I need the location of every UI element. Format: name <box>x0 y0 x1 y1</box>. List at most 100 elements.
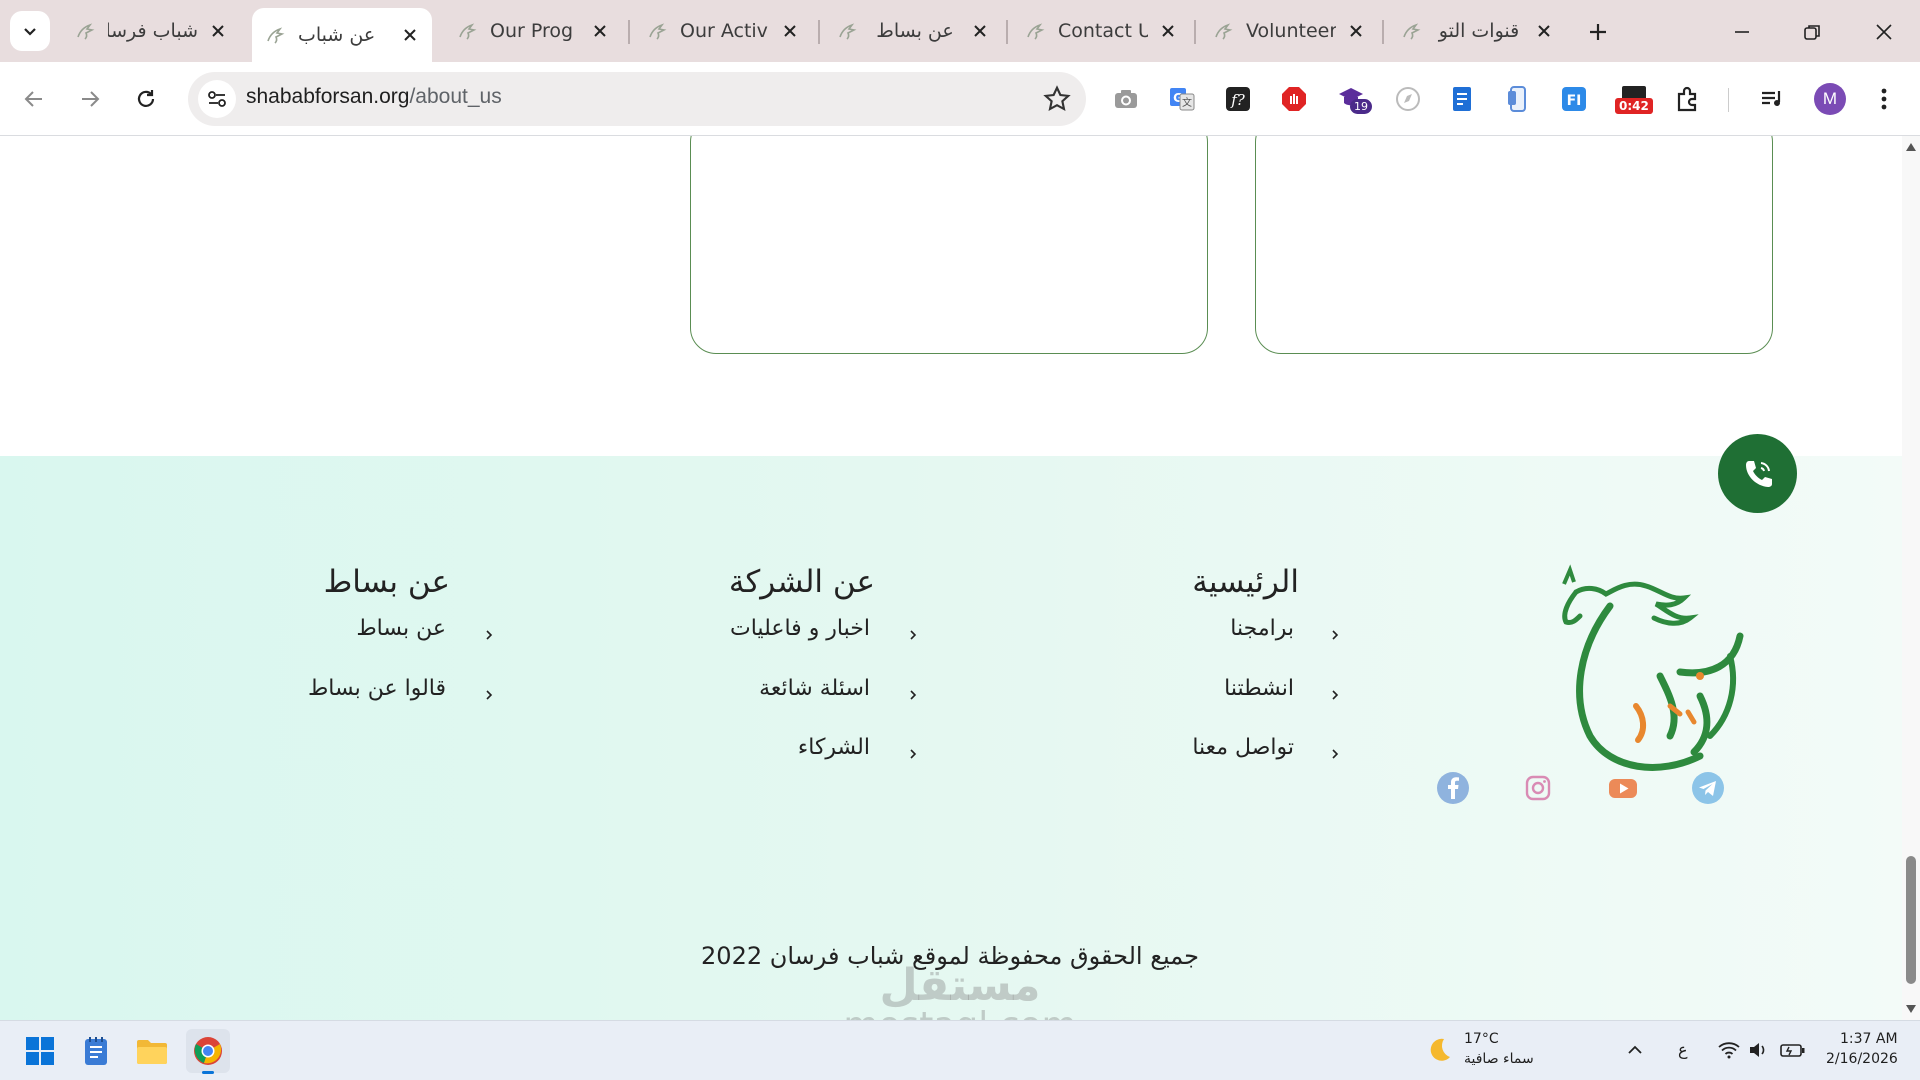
graduation-extension[interactable]: 19 <box>1334 81 1372 117</box>
tab-title: Volunteer <box>1246 20 1336 42</box>
footer-link-faq[interactable]: اسئلة شائعة <box>759 676 870 701</box>
forward-button[interactable] <box>70 79 110 119</box>
telegram-icon[interactable] <box>1691 771 1725 805</box>
font-finder-extension[interactable]: f? <box>1220 81 1256 117</box>
footer-col-title-besat: عن بساط <box>323 564 450 600</box>
input-language[interactable]: ع <box>1678 1040 1688 1059</box>
watermark-arabic: مستقل <box>879 960 1041 1011</box>
close-icon[interactable] <box>970 21 990 41</box>
translate-extension[interactable]: G文 <box>1164 81 1200 117</box>
page-viewport: الرئيسية برامجنا انشطتنا تواصل معنا عن ا… <box>0 136 1902 1020</box>
facebook-icon[interactable] <box>1436 771 1470 805</box>
tab-1[interactable]: شباب فرسا <box>62 8 240 54</box>
tab-3[interactable]: Our Prog <box>444 8 622 54</box>
content-card <box>1255 136 1773 354</box>
horse-favicon-icon <box>1027 23 1045 40</box>
reader-extension[interactable] <box>1444 81 1480 117</box>
kebab-menu-icon <box>1881 88 1887 110</box>
tab-title: Our Prog <box>490 20 574 42</box>
font-question-icon: f? <box>1226 87 1250 111</box>
chevron-right-icon <box>910 749 917 759</box>
footer-link-programs[interactable]: برامجنا <box>1230 616 1294 641</box>
tab-search-button[interactable] <box>10 11 50 51</box>
address-bar[interactable]: shababforsan.org/about_us <box>188 72 1086 126</box>
start-button[interactable] <box>20 1031 60 1071</box>
tab-title: قنوات التو <box>1438 20 1520 42</box>
close-icon[interactable] <box>1534 21 1554 41</box>
url-text[interactable]: shababforsan.org/about_us <box>246 85 502 109</box>
camera-icon <box>1115 90 1137 108</box>
horse-favicon-icon <box>649 23 667 40</box>
clock-time[interactable]: 1:37 AM <box>1840 1031 1898 1047</box>
close-icon[interactable] <box>400 25 420 45</box>
tab-8[interactable]: قنوات التو <box>1388 8 1566 54</box>
restore-button[interactable] <box>1792 12 1832 52</box>
mobile-view-extension[interactable] <box>1500 81 1536 117</box>
vertical-scrollbar[interactable] <box>1902 136 1920 1020</box>
footer-link-news[interactable]: اخبار و فاعليات <box>730 616 870 641</box>
footer-link-about-besat[interactable]: عن بساط <box>356 616 446 641</box>
battery-icon[interactable] <box>1780 1041 1806 1059</box>
close-icon[interactable] <box>208 21 228 41</box>
profile-button[interactable]: M <box>1812 81 1848 117</box>
content-card <box>690 136 1208 354</box>
plus-icon <box>1590 24 1606 40</box>
footer-link-contact[interactable]: تواصل معنا <box>1192 735 1294 760</box>
windows-taskbar: 17°C سماء صافية ع 1:37 AM 2/16/2026 <box>0 1020 1920 1080</box>
site-footer: الرئيسية برامجنا انشطتنا تواصل معنا عن ا… <box>0 434 1902 1020</box>
call-button[interactable] <box>1718 434 1797 513</box>
camera-extension[interactable] <box>1108 81 1144 117</box>
tab-2[interactable]: عن شباب <box>252 8 432 62</box>
menu-button[interactable] <box>1866 81 1902 117</box>
puzzle-icon <box>1677 86 1697 112</box>
media-control-button[interactable] <box>1754 81 1790 117</box>
browser-toolbar: shababforsan.org/about_us G文 f? 19 FI 0:… <box>0 62 1920 136</box>
reload-button[interactable] <box>126 79 166 119</box>
close-window-button[interactable] <box>1864 12 1904 52</box>
tab-separator <box>1006 20 1008 44</box>
extensions-button[interactable] <box>1670 81 1706 117</box>
notepad-taskbar-icon[interactable] <box>76 1031 116 1071</box>
playlist-icon <box>1762 91 1781 106</box>
horse-favicon-icon <box>77 23 95 40</box>
footer-link-activities[interactable]: انشطتنا <box>1224 676 1294 701</box>
wifi-icon[interactable] <box>1718 1041 1740 1059</box>
folder-icon <box>137 1040 167 1064</box>
footer-col-title-home: الرئيسية <box>1192 564 1299 600</box>
fi-extension[interactable]: FI <box>1556 81 1592 117</box>
tab-5[interactable]: عن بساط <box>824 8 1002 54</box>
new-tab-button[interactable] <box>1578 12 1618 52</box>
chrome-taskbar-icon[interactable] <box>186 1029 230 1074</box>
compass-extension[interactable] <box>1390 81 1426 117</box>
site-info-button[interactable] <box>198 80 236 118</box>
close-icon[interactable] <box>590 21 610 41</box>
tab-strip: شباب فرسا عن شباب Our Prog Our Activ عن … <box>0 0 1920 62</box>
scrollbar-thumb[interactable] <box>1906 856 1916 984</box>
close-icon[interactable] <box>1158 21 1178 41</box>
bookmark-star-icon[interactable] <box>1042 84 1072 114</box>
chevron-up-icon[interactable] <box>1626 1041 1644 1059</box>
adblock-extension[interactable] <box>1276 81 1312 117</box>
close-icon[interactable] <box>780 21 800 41</box>
close-icon[interactable] <box>1346 21 1366 41</box>
clock-date[interactable]: 2/16/2026 <box>1826 1051 1898 1067</box>
tab-6[interactable]: Contact U <box>1012 8 1190 54</box>
footer-link-partners[interactable]: الشركاء <box>798 735 870 760</box>
instagram-icon[interactable] <box>1521 771 1555 805</box>
scroll-up-arrow-icon[interactable] <box>1905 142 1917 152</box>
file-explorer-taskbar-icon[interactable] <box>132 1031 172 1071</box>
youtube-icon[interactable] <box>1606 771 1640 805</box>
weather-description: سماء صافية <box>1464 1051 1534 1067</box>
phone-call-icon <box>1745 460 1772 487</box>
minimize-button[interactable] <box>1722 12 1762 52</box>
back-button[interactable] <box>14 79 54 119</box>
footer-link-testimonials[interactable]: قالوا عن بساط <box>308 676 446 701</box>
notepad-icon <box>85 1037 107 1065</box>
tab-4[interactable]: Our Activ <box>634 8 812 54</box>
timer-extension[interactable]: 0:42 <box>1612 81 1656 117</box>
volume-icon[interactable] <box>1748 1041 1768 1059</box>
svg-text:f?: f? <box>1230 91 1246 109</box>
avatar: M <box>1814 83 1846 115</box>
tab-7[interactable]: Volunteer <box>1200 8 1378 54</box>
scroll-down-arrow-icon[interactable] <box>1905 1004 1917 1014</box>
